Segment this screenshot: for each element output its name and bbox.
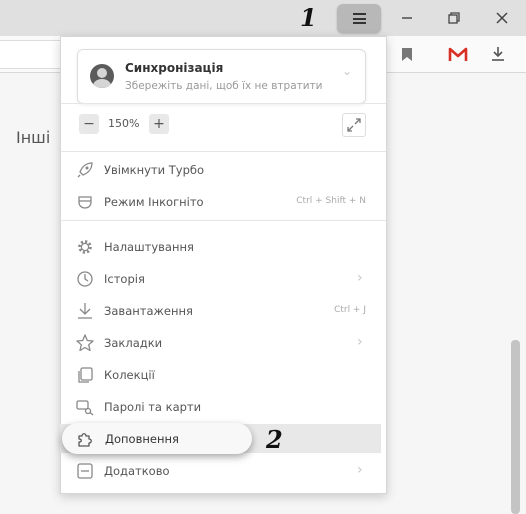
zoom-in-button[interactable]: +	[149, 114, 169, 134]
menu-item-label: Налаштування	[104, 240, 194, 254]
sync-title: Синхронізація	[125, 61, 224, 75]
clock-icon	[75, 269, 95, 289]
menu-item-label: Додатково	[104, 464, 170, 478]
step-1-annotation: 1	[300, 3, 317, 32]
gmail-button[interactable]	[448, 44, 468, 64]
menu-item-downloads[interactable]: Завантаження Ctrl + J	[61, 295, 386, 327]
chevron-right-icon: ›	[357, 334, 363, 350]
avatar	[90, 64, 114, 88]
menu-item-history[interactable]: Історія ›	[61, 263, 386, 295]
menu-item-label: Режим Інкогніто	[104, 195, 204, 209]
menu-divider	[61, 151, 386, 152]
restore-icon	[448, 12, 460, 24]
menu-item-shortcut: Ctrl + Shift + N	[296, 196, 366, 206]
downloads-button[interactable]	[488, 44, 508, 64]
menu-item-label: Увімкнути Турбо	[104, 163, 205, 177]
download-icon	[75, 301, 95, 321]
menu-divider	[61, 220, 386, 221]
rocket-icon	[75, 160, 95, 180]
menu-item-more[interactable]: Додатково ›	[61, 455, 386, 487]
menu-item-collections[interactable]: Колекції	[61, 359, 386, 391]
sync-card[interactable]: Синхронізація Збережіть дані, щоб їх не …	[77, 49, 366, 104]
bookmark-icon	[402, 47, 412, 61]
extensions-highlight-button[interactable]: Доповнення	[62, 423, 252, 454]
hamburger-icon	[352, 13, 366, 24]
more-icon	[75, 461, 95, 481]
page-scrollbar[interactable]	[511, 340, 520, 514]
restore-button[interactable]	[436, 6, 472, 30]
menu-item-incognito[interactable]: Режим Інкогніто Ctrl + Shift + N	[61, 186, 386, 218]
menu-item-settings[interactable]: Налаштування	[61, 231, 386, 263]
star-icon	[75, 333, 95, 353]
close-button[interactable]	[484, 6, 520, 30]
gear-icon	[75, 237, 95, 257]
menu-item-passwords-cards[interactable]: Паролі та карти	[61, 391, 386, 423]
menu-item-label: Завантаження	[104, 304, 193, 318]
menu-item-label: Доповнення	[105, 432, 179, 446]
fullscreen-button[interactable]	[342, 113, 366, 137]
menu-item-label: Паролі та карти	[104, 400, 202, 414]
gmail-icon	[448, 47, 468, 61]
menu-item-label: Історія	[104, 272, 145, 286]
minimize-button[interactable]	[389, 6, 425, 30]
content-side-label: Інші	[16, 128, 51, 147]
menu-divider	[61, 103, 386, 104]
fullscreen-icon	[347, 118, 361, 132]
sync-subtitle: Збережіть дані, щоб їх не втратити	[125, 80, 323, 92]
menu-item-label: Закладки	[104, 336, 163, 350]
collections-icon	[75, 365, 95, 385]
incognito-mask-icon	[75, 192, 95, 212]
chevron-right-icon: ›	[357, 462, 363, 478]
download-icon	[492, 47, 504, 61]
close-icon	[496, 12, 508, 24]
menu-item-turbo[interactable]: Увімкнути Турбо	[61, 154, 386, 186]
main-menu-button[interactable]	[337, 4, 381, 33]
menu-item-label: Колекції	[104, 368, 155, 382]
chevron-down-icon: ⌄	[342, 64, 353, 78]
menu-item-bookmarks[interactable]: Закладки ›	[61, 327, 386, 359]
zoom-level: 150%	[108, 117, 140, 130]
step-2-annotation: 2	[266, 425, 283, 454]
key-card-icon	[75, 397, 95, 417]
bookmark-button[interactable]	[397, 44, 417, 64]
minimize-icon	[402, 17, 412, 19]
chevron-right-icon: ›	[357, 270, 363, 286]
puzzle-icon	[75, 429, 95, 449]
menu-item-shortcut: Ctrl + J	[334, 305, 366, 315]
zoom-out-button[interactable]: −	[79, 114, 99, 134]
